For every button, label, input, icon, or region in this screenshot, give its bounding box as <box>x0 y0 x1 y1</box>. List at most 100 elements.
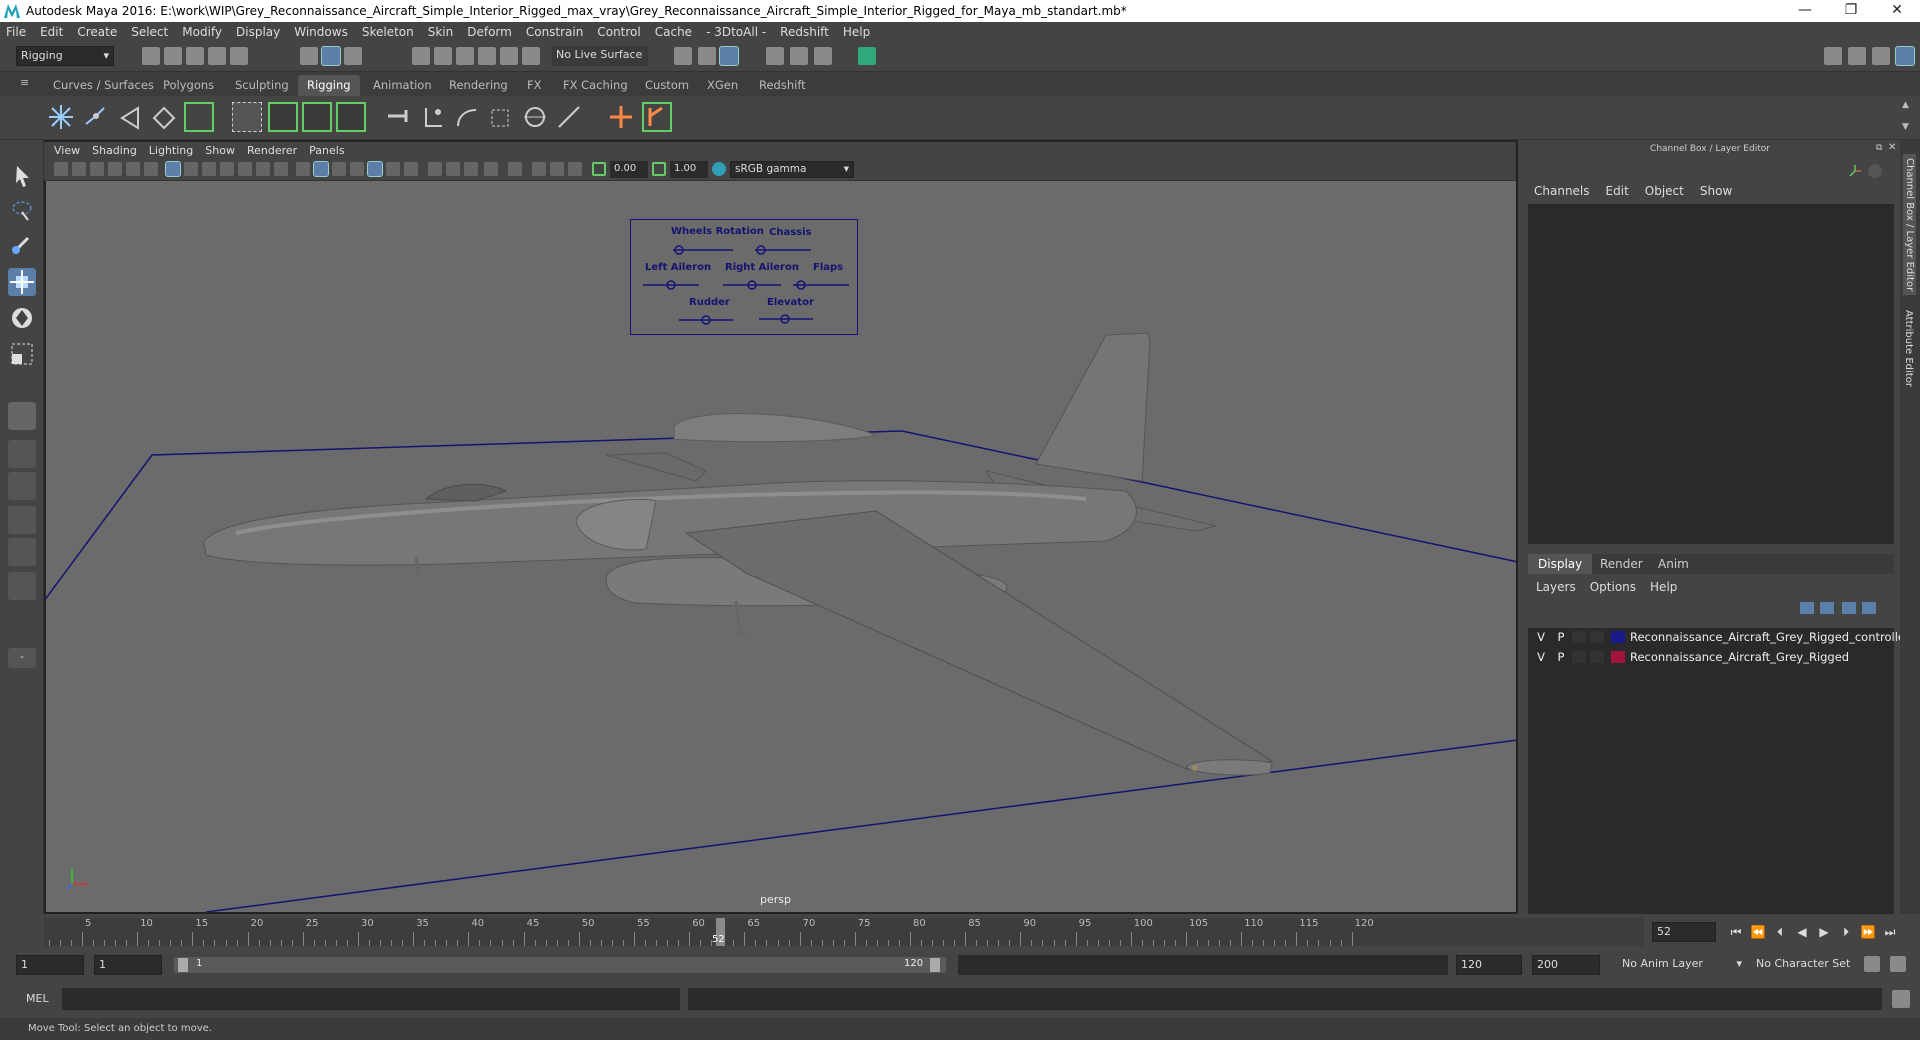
ipr-icon[interactable] <box>698 47 716 65</box>
cluster-icon[interactable] <box>232 102 262 132</box>
float-panel-icon[interactable]: ⧉ <box>1876 143 1886 153</box>
tab-anim[interactable]: Anim <box>1648 554 1699 574</box>
wireframe-on-shaded-icon[interactable] <box>350 162 364 176</box>
wireframe-icon[interactable] <box>296 162 310 176</box>
playback-toggle[interactable]: P <box>1554 650 1568 664</box>
shelf-scroll-up-icon[interactable]: ▲ <box>1902 100 1912 110</box>
new-scene-icon[interactable] <box>142 47 160 65</box>
film-gate-icon[interactable] <box>184 162 198 176</box>
command-input[interactable] <box>62 988 680 1010</box>
gamma-icon[interactable] <box>652 162 666 176</box>
viewport-menu-renderer[interactable]: Renderer <box>247 144 297 157</box>
animation-start-field[interactable]: 1 <box>16 955 84 975</box>
reference-toggle[interactable] <box>1572 651 1586 663</box>
paint-select-tool-icon[interactable] <box>8 230 36 258</box>
scale-tool-icon[interactable] <box>8 340 36 368</box>
channels-menu[interactable]: Channels <box>1534 184 1590 198</box>
add-influence-icon[interactable] <box>606 102 636 132</box>
render-settings-icon[interactable] <box>719 46 739 66</box>
layer-color-swatch[interactable] <box>1611 651 1625 663</box>
attribute-editor-side-tab[interactable]: Attribute Editor <box>1903 310 1914 387</box>
tab-sculpting[interactable]: Sculpting <box>226 75 298 96</box>
menu-deform[interactable]: Deform <box>467 25 512 39</box>
menu-skeleton[interactable]: Skeleton <box>362 25 414 39</box>
help-menu[interactable]: Help <box>1650 580 1677 594</box>
minimize-button[interactable]: — <box>1782 0 1828 22</box>
select-component-icon[interactable] <box>344 47 362 65</box>
layout-four-icon[interactable] <box>8 440 36 468</box>
tab-render[interactable]: Render <box>1590 554 1653 574</box>
channel-box-toggle-icon[interactable] <box>1895 46 1915 66</box>
new-layer-selected-icon[interactable] <box>1862 602 1876 614</box>
object-menu[interactable]: Object <box>1645 184 1684 198</box>
tab-curves-surfaces[interactable]: Curves / Surfaces <box>44 75 163 96</box>
motion-blur-icon[interactable] <box>446 162 460 176</box>
xray-active-icon[interactable] <box>550 162 564 176</box>
textured-icon[interactable] <box>367 161 383 177</box>
character-set-select[interactable]: No Character Set <box>1752 955 1870 975</box>
menu-3dtoall[interactable]: - 3DtoAll - <box>706 25 766 39</box>
lasso-tool-icon[interactable] <box>8 196 36 224</box>
layout-persp-graph-icon[interactable] <box>8 538 36 566</box>
select-tool-icon[interactable] <box>8 162 36 190</box>
menu-edit[interactable]: Edit <box>40 25 63 39</box>
wrap-icon[interactable] <box>302 102 332 132</box>
camera-attributes-icon[interactable] <box>72 162 86 176</box>
rotate-tool-icon[interactable] <box>8 304 36 332</box>
safe-title-icon[interactable] <box>274 162 288 176</box>
play-backwards-icon[interactable]: ◀ <box>1794 924 1810 940</box>
gamma-field[interactable]: 1.00 <box>670 161 708 178</box>
use-all-lights-icon[interactable] <box>386 162 400 176</box>
range-slider[interactable]: 1 120 <box>174 957 946 973</box>
visibility-toggle[interactable]: V <box>1534 650 1548 664</box>
channel-box-side-tab[interactable]: Channel Box / Layer Editor <box>1903 154 1916 296</box>
manipulator-icon[interactable] <box>1868 164 1882 178</box>
current-frame-field[interactable]: 52 <box>1652 922 1716 942</box>
template-toggle[interactable] <box>1590 651 1604 663</box>
snap-point-icon[interactable] <box>456 47 474 65</box>
bind-skin-icon[interactable] <box>384 102 414 132</box>
go-to-start-icon[interactable]: ⏮ <box>1728 924 1744 940</box>
exposure-icon[interactable] <box>592 162 606 176</box>
layout-two-icon[interactable] <box>8 472 36 500</box>
rig-controller-panel[interactable]: Wheels Rotation Chassis Left Aileron Rig… <box>630 219 858 335</box>
tab-redshift[interactable]: Redshift <box>750 75 815 96</box>
workspace-icon[interactable] <box>1824 47 1842 65</box>
script-editor-icon[interactable] <box>1892 990 1910 1008</box>
live-surface-field[interactable]: No Live Surface <box>552 46 648 66</box>
template-toggle[interactable] <box>1590 631 1604 643</box>
edit-menu[interactable]: Edit <box>1606 184 1629 198</box>
blend-shape-icon[interactable] <box>336 102 366 132</box>
reference-toggle[interactable] <box>1572 631 1586 643</box>
render-view-icon[interactable] <box>766 47 784 65</box>
step-forward-frame-icon[interactable]: ⏵ <box>1838 924 1854 940</box>
step-back-frame-icon[interactable]: ⏴ <box>1772 924 1788 940</box>
resolution-gate-icon[interactable] <box>202 162 216 176</box>
safe-action-icon[interactable] <box>256 162 270 176</box>
open-scene-icon[interactable] <box>164 47 182 65</box>
options-menu[interactable]: Options <box>1590 580 1636 594</box>
history-icon[interactable] <box>674 47 692 65</box>
menu-help[interactable]: Help <box>843 25 870 39</box>
play-forwards-icon[interactable]: ▶ <box>1816 924 1832 940</box>
step-forward-key-icon[interactable]: ⏩ <box>1860 924 1876 940</box>
orient-constraint-icon[interactable] <box>520 102 550 132</box>
ik-spline-icon[interactable] <box>148 102 178 132</box>
time-slider-track[interactable]: 5 10 15 20 25 30 35 40 45 50 55 60 65 70 75 80 85 90 95 100… <box>44 918 1644 946</box>
layer-row[interactable]: V P Reconnaissance_Aircraft_Grey_Rigged_… <box>1528 628 1916 646</box>
show-menu[interactable]: Show <box>1700 184 1732 198</box>
tab-fx[interactable]: FX <box>518 75 551 96</box>
parent-constraint-icon[interactable] <box>452 102 482 132</box>
auto-key-icon[interactable] <box>1864 956 1880 972</box>
animation-preferences-icon[interactable] <box>1890 956 1906 972</box>
menu-skin[interactable]: Skin <box>428 25 454 39</box>
depth-of-field-icon[interactable] <box>484 162 498 176</box>
visibility-toggle[interactable]: V <box>1534 630 1548 644</box>
select-hierarchy-icon[interactable] <box>300 47 318 65</box>
locator-icon[interactable] <box>184 102 214 132</box>
mode-selector[interactable]: Rigging ▾ <box>16 46 114 66</box>
menu-create[interactable]: Create <box>77 25 117 39</box>
layout-hypershade-icon[interactable] <box>8 572 36 600</box>
menu-file[interactable]: File <box>6 25 26 39</box>
command-language-label[interactable]: MEL <box>26 992 49 1005</box>
